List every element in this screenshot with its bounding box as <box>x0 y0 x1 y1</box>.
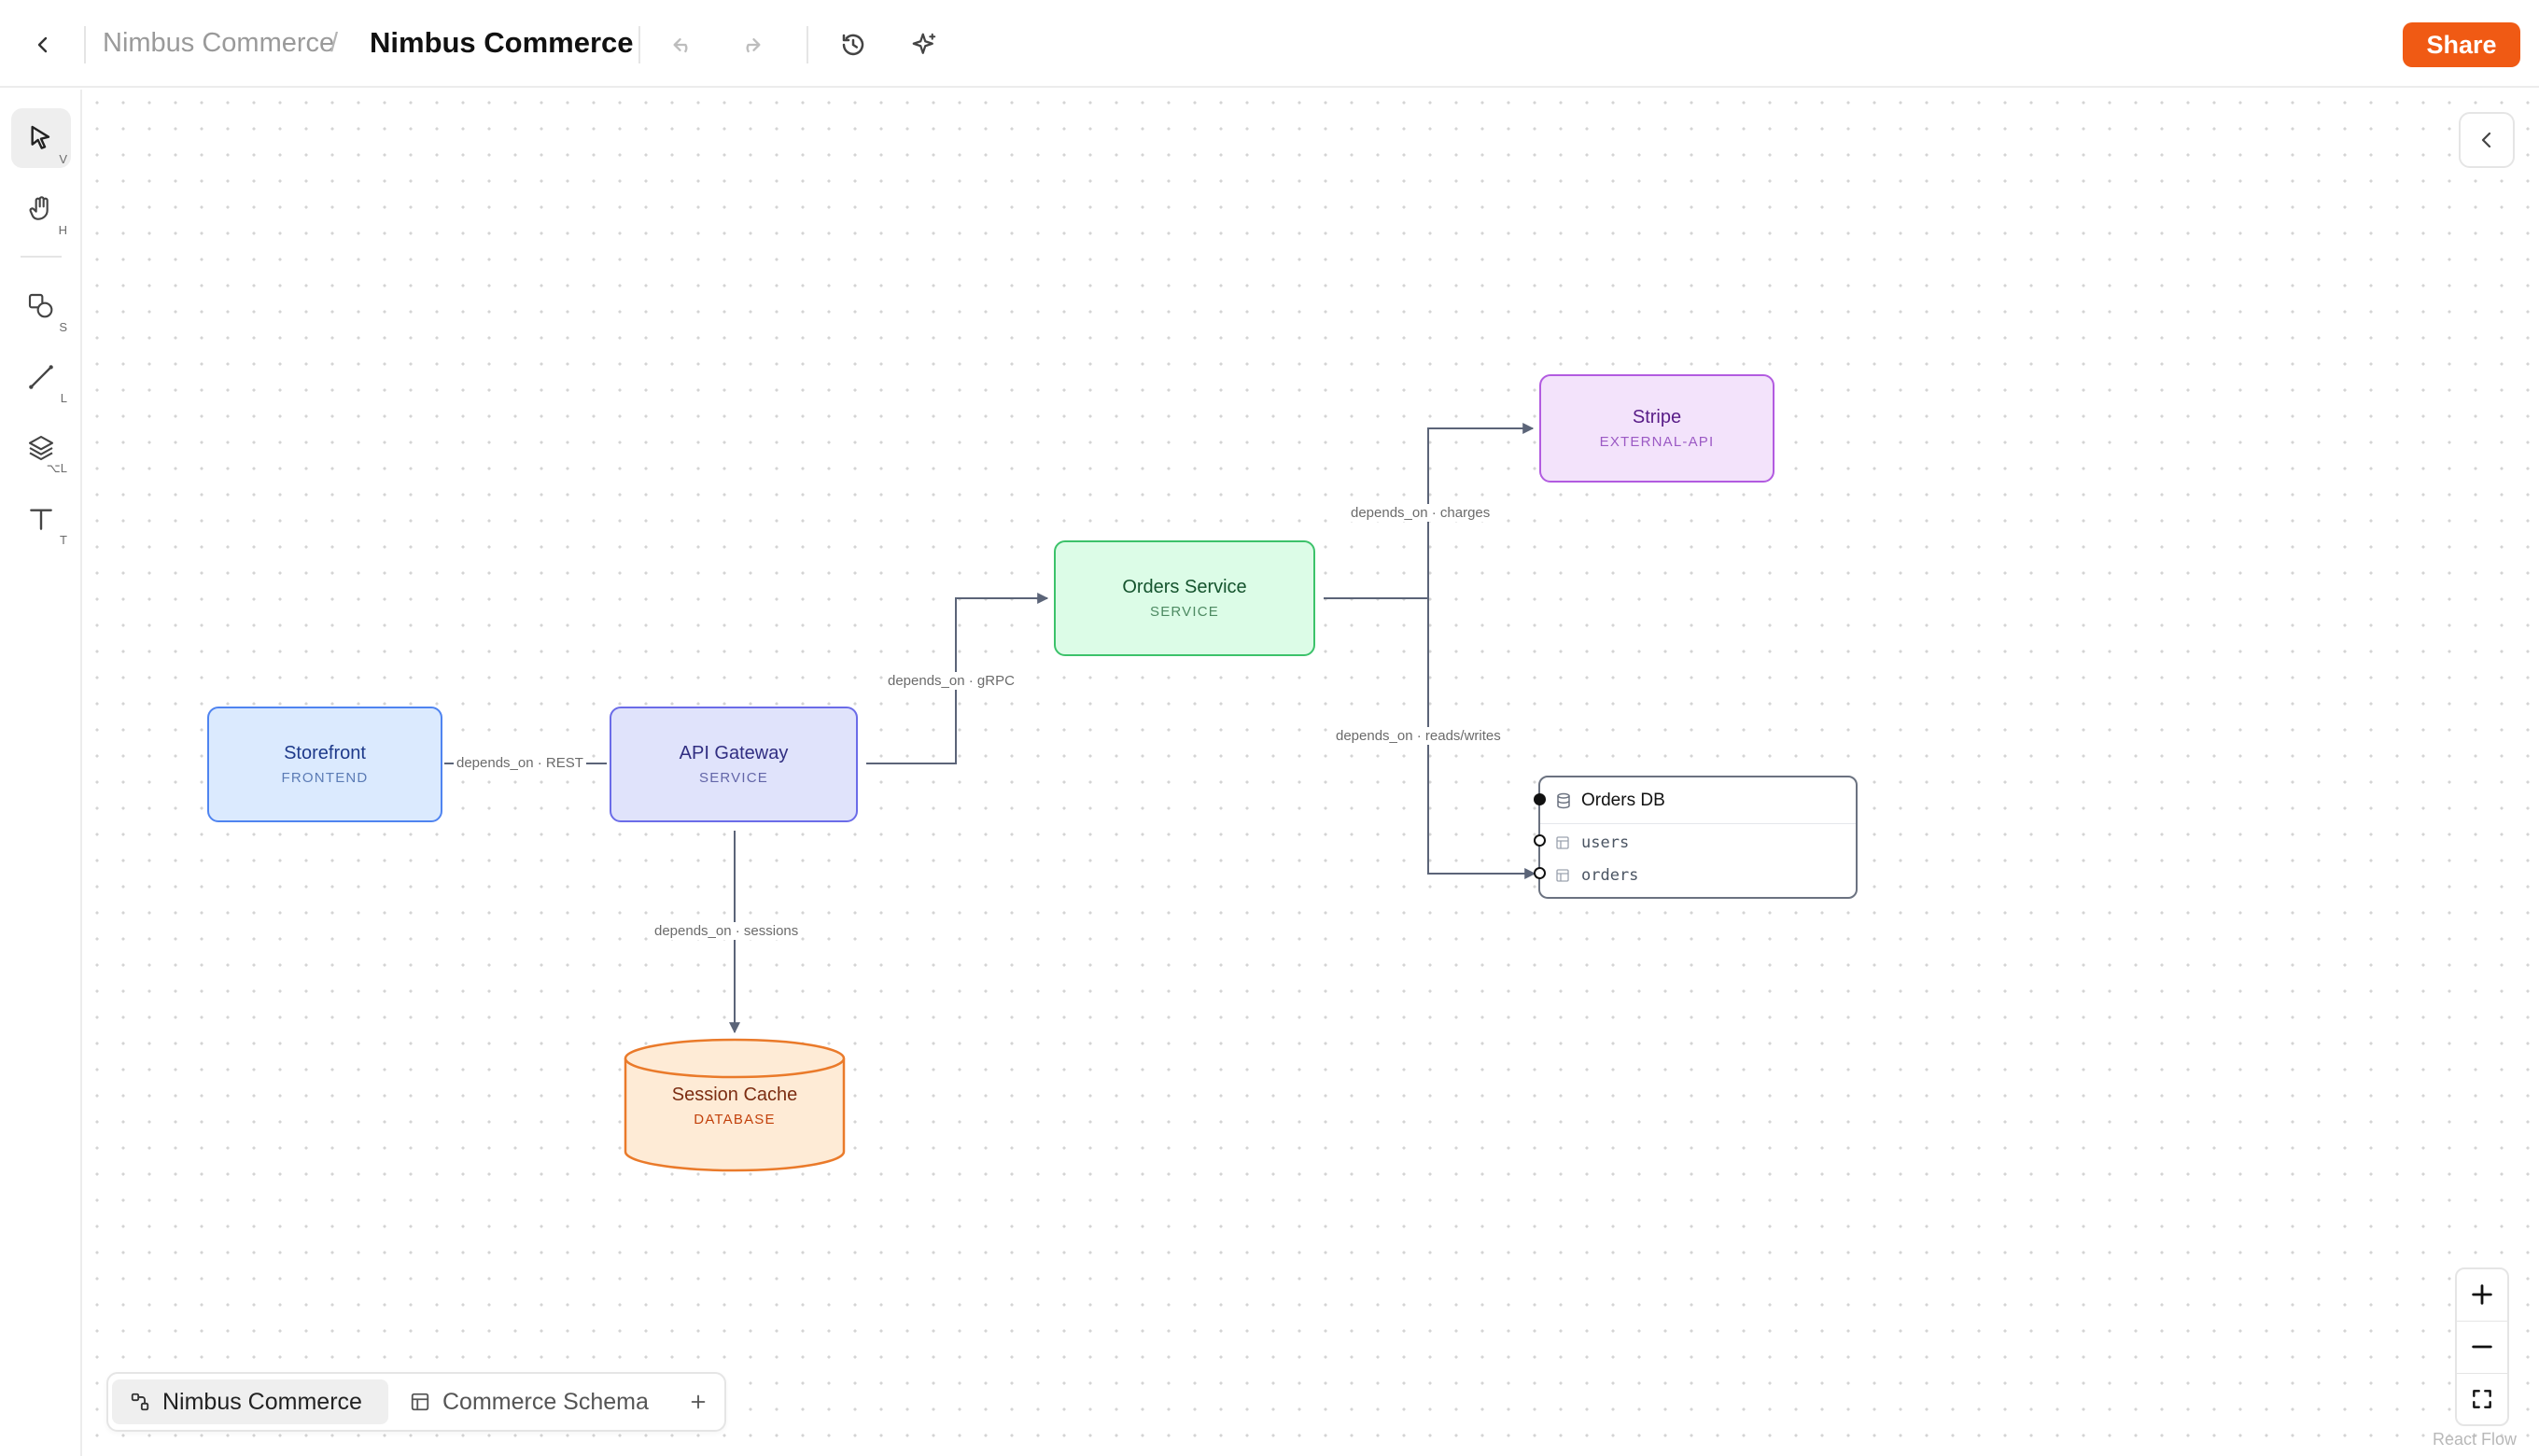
diagram-icon <box>129 1391 151 1413</box>
connection-handle[interactable] <box>1534 867 1546 879</box>
collapse-panel-button[interactable] <box>2459 112 2515 168</box>
zoom-out-button[interactable] <box>2457 1322 2507 1372</box>
fit-view-icon <box>2473 1390 2491 1408</box>
shapes-icon <box>28 293 53 318</box>
zoom-in-button[interactable] <box>2457 1269 2507 1320</box>
divider <box>638 26 640 63</box>
line-tool[interactable]: L <box>11 347 71 407</box>
shapes-tool[interactable]: S <box>11 276 71 336</box>
redo-button[interactable] <box>730 24 771 65</box>
node-type: SERVICE <box>699 770 768 786</box>
divider <box>84 26 86 63</box>
shortcut-key: ⌥L <box>46 461 67 475</box>
node-title: Orders Service <box>1122 577 1247 597</box>
node-title: Storefront <box>284 743 366 763</box>
db-title: Orders DB <box>1581 791 1665 810</box>
history-icon <box>842 34 864 56</box>
edge-label[interactable]: depends_on · gRPC <box>885 672 1017 690</box>
edge-label[interactable]: depends_on · reads/writes <box>1333 727 1504 745</box>
shortcut-key: V <box>59 152 67 166</box>
toolbar-divider <box>21 256 62 258</box>
tab-commerce-schema[interactable]: Commerce Schema <box>392 1379 672 1424</box>
plus-icon <box>691 1394 706 1409</box>
table-icon <box>1556 836 1569 849</box>
history-button[interactable] <box>833 24 874 65</box>
connection-handle[interactable] <box>1534 834 1546 847</box>
chevron-left-icon <box>2481 132 2491 148</box>
db-header: Orders DB <box>1540 777 1856 824</box>
node-label-group: Session Cache DATABASE <box>624 1085 846 1127</box>
shortcut-key: L <box>60 391 67 405</box>
tab-nimbus-commerce[interactable]: Nimbus Commerce <box>112 1379 388 1424</box>
tab-label: Nimbus Commerce <box>162 1388 362 1415</box>
node-stripe[interactable]: Stripe EXTERNAL-API <box>1539 374 1774 483</box>
tab-label: Commerce Schema <box>442 1388 649 1415</box>
db-table-row[interactable]: users <box>1540 827 1856 859</box>
page-title[interactable]: Nimbus Commerce <box>370 26 634 60</box>
shortcut-key: T <box>60 533 67 547</box>
connection-handle[interactable] <box>1534 793 1546 805</box>
add-page-button[interactable] <box>680 1383 717 1421</box>
cursor-icon <box>31 125 50 149</box>
database-icon <box>1557 792 1570 809</box>
edge-label[interactable]: depends_on · charges <box>1348 504 1494 522</box>
select-tool[interactable]: V <box>11 108 71 168</box>
chevron-left-icon <box>37 36 48 53</box>
table-icon <box>409 1391 431 1413</box>
edge-label[interactable]: depends_on · REST <box>454 754 586 772</box>
shortcut-key: H <box>58 223 67 237</box>
node-type: FRONTEND <box>281 770 369 786</box>
db-table-name: users <box>1581 833 1630 852</box>
node-storefront[interactable]: Storefront FRONTEND <box>207 707 442 822</box>
shortcut-key: S <box>59 320 67 334</box>
line-icon <box>29 365 53 389</box>
db-table-row[interactable]: orders <box>1540 860 1856 891</box>
node-orders-db[interactable]: Orders DB users orders <box>1538 776 1858 899</box>
node-title: Session Cache <box>671 1085 798 1105</box>
node-title: API Gateway <box>679 743 789 763</box>
node-type: EXTERNAL-API <box>1599 434 1715 450</box>
sparkle-icon <box>912 33 936 54</box>
node-session-cache[interactable]: Session Cache DATABASE <box>624 1038 846 1172</box>
share-button[interactable]: Share <box>2403 22 2520 67</box>
node-api-gateway[interactable]: API Gateway SERVICE <box>610 707 858 822</box>
divider <box>807 26 808 63</box>
text-icon <box>30 509 52 530</box>
hand-icon <box>29 196 49 220</box>
undo-button[interactable] <box>663 24 704 65</box>
minus-icon <box>2472 1345 2492 1349</box>
tool-palette: V H S L ⌥L T <box>0 90 82 1456</box>
node-type: SERVICE <box>1150 604 1219 620</box>
fit-view-button[interactable] <box>2457 1374 2507 1424</box>
page-tabs: Nimbus Commerce Commerce Schema <box>106 1372 726 1432</box>
layers-icon <box>28 435 54 461</box>
back-button[interactable] <box>24 26 62 63</box>
react-flow-attribution[interactable]: React Flow <box>2433 1430 2517 1449</box>
layers-tool[interactable]: ⌥L <box>11 418 71 478</box>
text-tool[interactable]: T <box>11 489 71 549</box>
redo-icon <box>746 38 761 53</box>
hand-tool[interactable]: H <box>11 179 71 239</box>
plus-icon <box>2472 1284 2492 1305</box>
db-table-name: orders <box>1581 866 1639 885</box>
edge-label[interactable]: depends_on · sessions <box>652 922 802 940</box>
zoom-controls <box>2455 1267 2509 1426</box>
node-title: Stripe <box>1632 407 1682 427</box>
diagram-canvas[interactable] <box>84 90 2539 1456</box>
top-bar: Nimbus Commerce / Nimbus Commerce Share <box>0 0 2539 88</box>
undo-icon <box>673 38 688 53</box>
node-type: DATABASE <box>694 1112 776 1127</box>
breadcrumb-parent[interactable]: Nimbus Commerce <box>103 28 334 59</box>
table-icon <box>1556 869 1569 882</box>
node-orders-service[interactable]: Orders Service SERVICE <box>1054 540 1315 656</box>
breadcrumb-separator: / <box>330 28 339 58</box>
ai-assist-button[interactable] <box>904 24 945 65</box>
